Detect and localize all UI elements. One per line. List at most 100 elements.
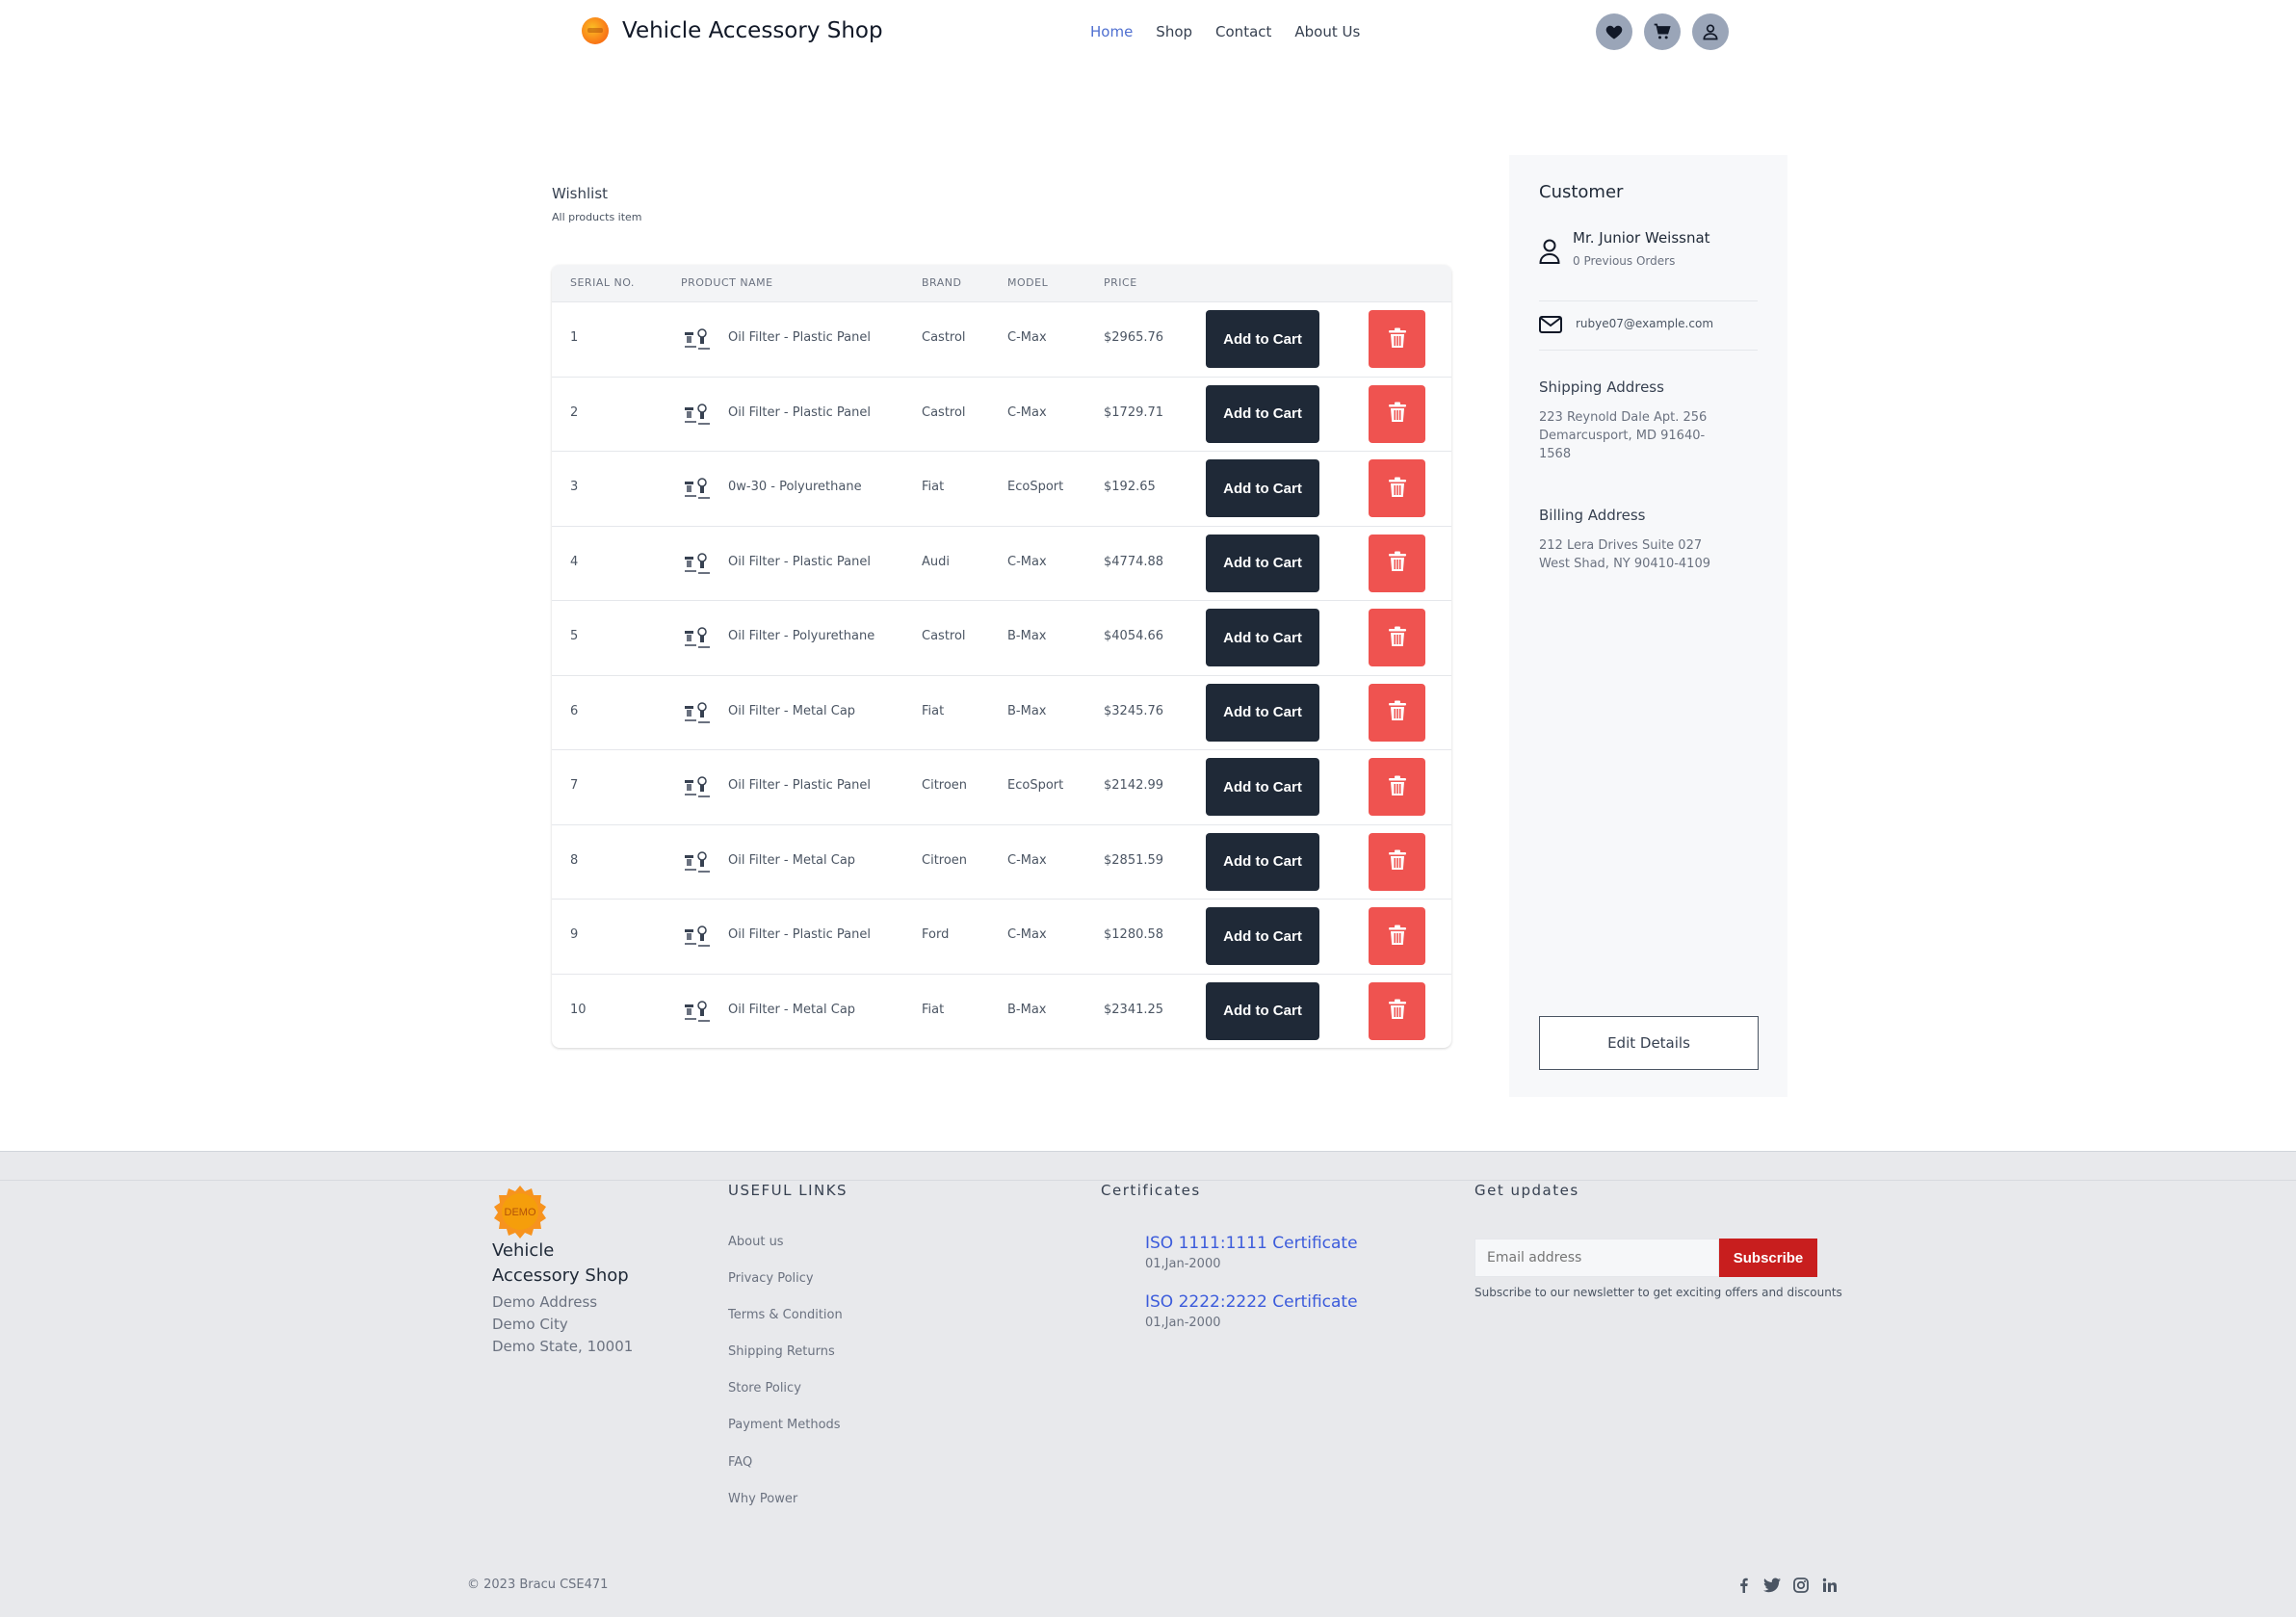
- product-name[interactable]: Oil Filter - Plastic Panel: [728, 927, 871, 942]
- link-about-us[interactable]: About us: [728, 1235, 843, 1271]
- product-thumbnail-icon[interactable]: [683, 624, 712, 653]
- product-price: $2851.59: [1104, 852, 1164, 868]
- product-name[interactable]: Oil Filter - Metal Cap: [728, 1003, 855, 1017]
- product-price: $1280.58: [1104, 927, 1164, 942]
- product-name[interactable]: Oil Filter - Metal Cap: [728, 853, 855, 868]
- certificate-name[interactable]: ISO 2222:2222 Certificate: [1145, 1292, 1358, 1312]
- footer-divider: [0, 1180, 2296, 1181]
- product-thumbnail-icon[interactable]: [683, 848, 712, 877]
- product-price: $1729.71: [1104, 404, 1164, 420]
- product-price: $2341.25: [1104, 1002, 1164, 1017]
- remove-item-button[interactable]: [1369, 907, 1425, 965]
- link-why-power[interactable]: Why Power: [728, 1492, 843, 1528]
- product-thumbnail-icon[interactable]: [683, 475, 712, 504]
- serial-number: 5: [570, 629, 579, 643]
- remove-item-button[interactable]: [1369, 534, 1425, 592]
- updates-heading: Get updates: [1474, 1182, 1579, 1199]
- add-to-cart-button[interactable]: Add to Cart: [1206, 981, 1319, 1040]
- product-name[interactable]: Oil Filter - Metal Cap: [728, 704, 855, 718]
- link-shipping-returns[interactable]: Shipping Returns: [728, 1344, 843, 1381]
- product-thumbnail-icon[interactable]: [683, 326, 712, 354]
- add-to-cart-button[interactable]: Add to Cart: [1206, 683, 1319, 742]
- address-line: Demo State, 10001: [492, 1338, 634, 1355]
- table-row: 5 Oil Filter - Polyurethane Castrol B-Max $4…: [552, 600, 1451, 675]
- product-model: B-Max: [1007, 1002, 1047, 1017]
- add-to-cart-button[interactable]: Add to Cart: [1206, 459, 1319, 517]
- link-faq[interactable]: FAQ: [728, 1455, 843, 1492]
- certificates-heading: Certificates: [1101, 1182, 1201, 1199]
- remove-item-button[interactable]: [1369, 609, 1425, 666]
- product-thumbnail-icon[interactable]: [683, 401, 712, 430]
- remove-item-button[interactable]: [1369, 683, 1425, 742]
- product-model: B-Max: [1007, 703, 1047, 718]
- product-name[interactable]: 0w-30 - Polyurethane: [728, 480, 862, 494]
- link-terms[interactable]: Terms & Condition: [728, 1308, 843, 1344]
- serial-number: 10: [570, 1002, 587, 1017]
- product-brand: Citroen: [922, 778, 968, 793]
- trash-icon: [1388, 551, 1407, 575]
- trash-icon: [1388, 999, 1407, 1023]
- trash-icon: [1388, 327, 1407, 352]
- subscribe-button[interactable]: Subscribe: [1719, 1239, 1817, 1277]
- product-price: $192.65: [1104, 480, 1156, 494]
- nav-contact[interactable]: Contact: [1215, 23, 1271, 40]
- trash-icon: [1388, 402, 1407, 426]
- shipping-address: 223 Reynold Dale Apt. 256 Demarcusport, …: [1539, 410, 1708, 461]
- product-name[interactable]: Oil Filter - Plastic Panel: [728, 555, 871, 569]
- add-to-cart-button[interactable]: Add to Cart: [1206, 758, 1319, 816]
- certificate-name[interactable]: ISO 1111:1111 Certificate: [1145, 1234, 1358, 1253]
- site-footer: DEMO Vehicle Accessory Shop Demo Address…: [0, 1151, 2296, 1617]
- product-thumbnail-icon[interactable]: [683, 699, 712, 728]
- product-thumbnail-icon[interactable]: [683, 923, 712, 952]
- linkedin-icon[interactable]: [1820, 1576, 1839, 1595]
- brand[interactable]: Vehicle Accessory Shop: [582, 17, 883, 44]
- useful-links-heading: USEFUL LINKS: [728, 1182, 848, 1199]
- product-brand: Castrol: [922, 330, 966, 345]
- twitter-icon[interactable]: [1762, 1576, 1782, 1595]
- product-thumbnail-icon[interactable]: [683, 550, 712, 579]
- trash-icon: [1388, 925, 1407, 949]
- edit-details-button[interactable]: Edit Details: [1539, 1016, 1759, 1070]
- product-thumbnail-icon[interactable]: [683, 773, 712, 802]
- add-to-cart-button[interactable]: Add to Cart: [1206, 907, 1319, 965]
- add-to-cart-button[interactable]: Add to Cart: [1206, 832, 1319, 891]
- customer-email: rubye07@example.com: [1576, 317, 1714, 330]
- nav-home[interactable]: Home: [1090, 23, 1133, 40]
- add-to-cart-button[interactable]: Add to Cart: [1206, 384, 1319, 443]
- remove-item-button[interactable]: [1369, 832, 1425, 891]
- customer-name: Mr. Junior Weissnat: [1573, 229, 1710, 247]
- certificate-item[interactable]: ISO 1111:1111 Certificate 01,Jan-2000: [1145, 1234, 1358, 1271]
- remove-item-button[interactable]: [1369, 459, 1425, 517]
- instagram-icon[interactable]: [1791, 1576, 1811, 1595]
- divider: [1539, 300, 1758, 301]
- add-to-cart-button[interactable]: Add to Cart: [1206, 609, 1319, 666]
- link-payment-methods[interactable]: Payment Methods: [728, 1418, 843, 1454]
- cart-button[interactable]: [1644, 13, 1681, 50]
- logo-text: DEMO: [505, 1207, 536, 1218]
- nav-shop[interactable]: Shop: [1156, 23, 1192, 40]
- link-store-policy[interactable]: Store Policy: [728, 1381, 843, 1418]
- product-name[interactable]: Oil Filter - Plastic Panel: [728, 330, 871, 345]
- link-privacy-policy[interactable]: Privacy Policy: [728, 1271, 843, 1308]
- product-name[interactable]: Oil Filter - Plastic Panel: [728, 405, 871, 420]
- serial-number: 2: [570, 404, 579, 420]
- account-button[interactable]: [1692, 13, 1729, 50]
- facebook-icon[interactable]: [1734, 1576, 1753, 1595]
- certificate-item[interactable]: ISO 2222:2222 Certificate 01,Jan-2000: [1145, 1292, 1358, 1330]
- product-thumbnail-icon[interactable]: [683, 998, 712, 1027]
- remove-item-button[interactable]: [1369, 310, 1425, 368]
- main-nav: Home Shop Contact About Us: [1090, 23, 1360, 40]
- shipping-heading: Shipping Address: [1539, 378, 1664, 396]
- table-row: 7 Oil Filter - Plastic Panel Citroen EcoSpo…: [552, 749, 1451, 824]
- product-name[interactable]: Oil Filter - Polyurethane: [728, 629, 874, 643]
- add-to-cart-button[interactable]: Add to Cart: [1206, 310, 1319, 368]
- remove-item-button[interactable]: [1369, 384, 1425, 443]
- product-brand: Ford: [922, 927, 950, 942]
- nav-about-us[interactable]: About Us: [1294, 23, 1360, 40]
- newsletter-email-input[interactable]: [1474, 1239, 1719, 1277]
- add-to-cart-button[interactable]: Add to Cart: [1206, 534, 1319, 592]
- remove-item-button[interactable]: [1369, 758, 1425, 816]
- remove-item-button[interactable]: [1369, 981, 1425, 1040]
- wishlist-button[interactable]: [1596, 13, 1632, 50]
- product-name[interactable]: Oil Filter - Plastic Panel: [728, 778, 871, 793]
